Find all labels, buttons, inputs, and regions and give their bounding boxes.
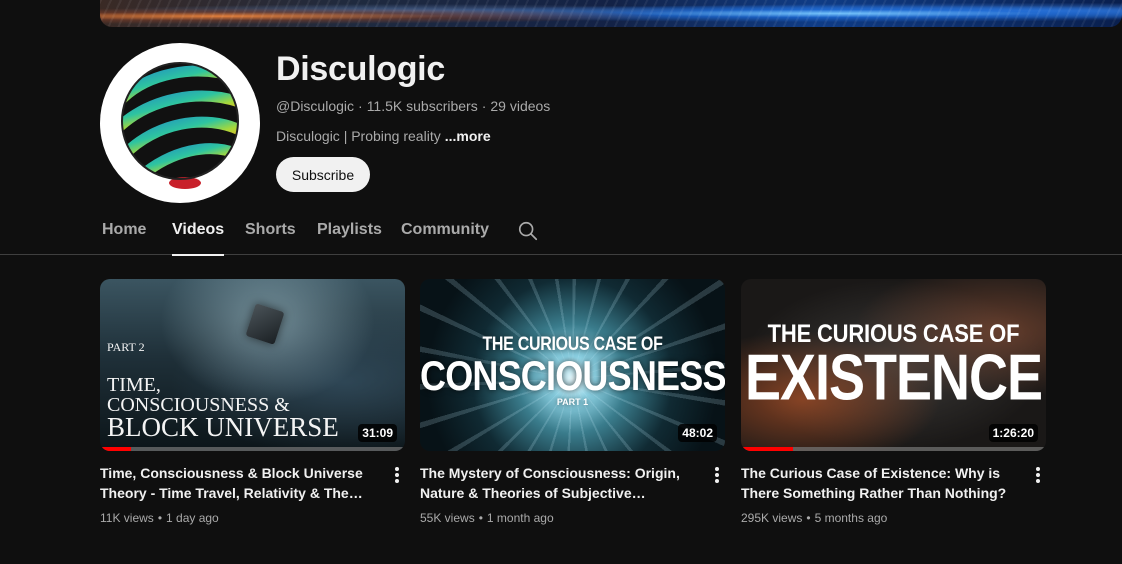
video-card[interactable]: PART 2 TIME, CONSCIOUSNESS & BLOCK UNIVE… (100, 279, 405, 525)
description-text: Disculogic | Probing reality (276, 128, 441, 144)
video-thumbnail[interactable]: PART 2 TIME, CONSCIOUSNESS & BLOCK UNIVE… (100, 279, 405, 451)
video-title[interactable]: The Mystery of Consciousness: Origin, Na… (420, 463, 698, 503)
channel-banner (100, 0, 1122, 27)
watch-progress-bar (100, 447, 405, 451)
upload-age: 1 month ago (486, 511, 554, 525)
channel-handle: @Disculogic (276, 98, 355, 114)
thumbnail-text: PART 1 (556, 397, 589, 407)
more-options-icon[interactable] (709, 465, 725, 485)
striped-sphere-logo-icon (121, 62, 239, 189)
channel-page: Disculogic @Disculogic · 11.5K subscribers… (0, 0, 1122, 564)
video-thumbnail[interactable]: THE CURIOUS CASE OF EXISTENCE 1:26:20 (741, 279, 1046, 451)
video-card[interactable]: THE CURIOUS CASE OF CONSCIOUSNESS PART 1… (420, 279, 725, 525)
thumbnail-text: BLOCK UNIVERSE (107, 412, 339, 442)
watch-progress-bar (741, 447, 1046, 451)
view-count: 11K views (100, 511, 154, 525)
upload-age: 1 day ago (166, 511, 219, 525)
video-duration: 1:26:20 (988, 424, 1038, 442)
channel-name: Disculogic (276, 50, 445, 88)
video-title[interactable]: Time, Consciousness & Block Universe The… (100, 463, 378, 503)
video-duration: 48:02 (678, 424, 717, 442)
tab-home[interactable]: Home (102, 208, 146, 255)
thumbnail-text: CONSCIOUSNESS (420, 351, 725, 399)
channel-avatar[interactable] (100, 43, 260, 203)
video-meta: 11K views • 1 day ago (100, 511, 219, 525)
thumbnail-text: EXISTENCE (744, 342, 1043, 414)
video-card[interactable]: THE CURIOUS CASE OF EXISTENCE 1:26:20 Th… (741, 279, 1046, 525)
view-count: 55K views (420, 511, 475, 525)
video-thumbnail[interactable]: THE CURIOUS CASE OF CONSCIOUSNESS PART 1… (420, 279, 725, 451)
search-icon[interactable] (517, 220, 539, 242)
upload-age: 5 months ago (814, 511, 888, 525)
channel-description[interactable]: Disculogic | Probing reality ...more (276, 128, 491, 144)
more-options-icon[interactable] (1030, 465, 1046, 485)
video-count: 29 videos (490, 98, 551, 114)
tab-community[interactable]: Community (401, 208, 489, 255)
subscriber-count: 11.5K subscribers (366, 98, 478, 114)
tab-playlists[interactable]: Playlists (317, 208, 382, 255)
video-meta: 295K views • 5 months ago (741, 511, 888, 525)
more-options-icon[interactable] (389, 465, 405, 485)
thumbnail-text: PART 2 (107, 340, 145, 354)
view-count: 295K views (741, 511, 803, 525)
video-title[interactable]: The Curious Case of Existence: Why is Th… (741, 463, 1019, 503)
more-link[interactable]: ...more (445, 128, 491, 144)
tab-videos[interactable]: Videos (172, 208, 225, 256)
channel-meta: @Disculogic · 11.5K subscribers · 29 videos (276, 98, 551, 114)
channel-tabs: Home Videos Shorts Playlists Community (0, 208, 1122, 256)
tab-shorts[interactable]: Shorts (245, 208, 296, 255)
subscribe-button[interactable]: Subscribe (276, 157, 370, 192)
video-duration: 31:09 (358, 424, 397, 442)
video-meta: 55K views • 1 month ago (420, 511, 554, 525)
cube-graphic (245, 303, 285, 345)
